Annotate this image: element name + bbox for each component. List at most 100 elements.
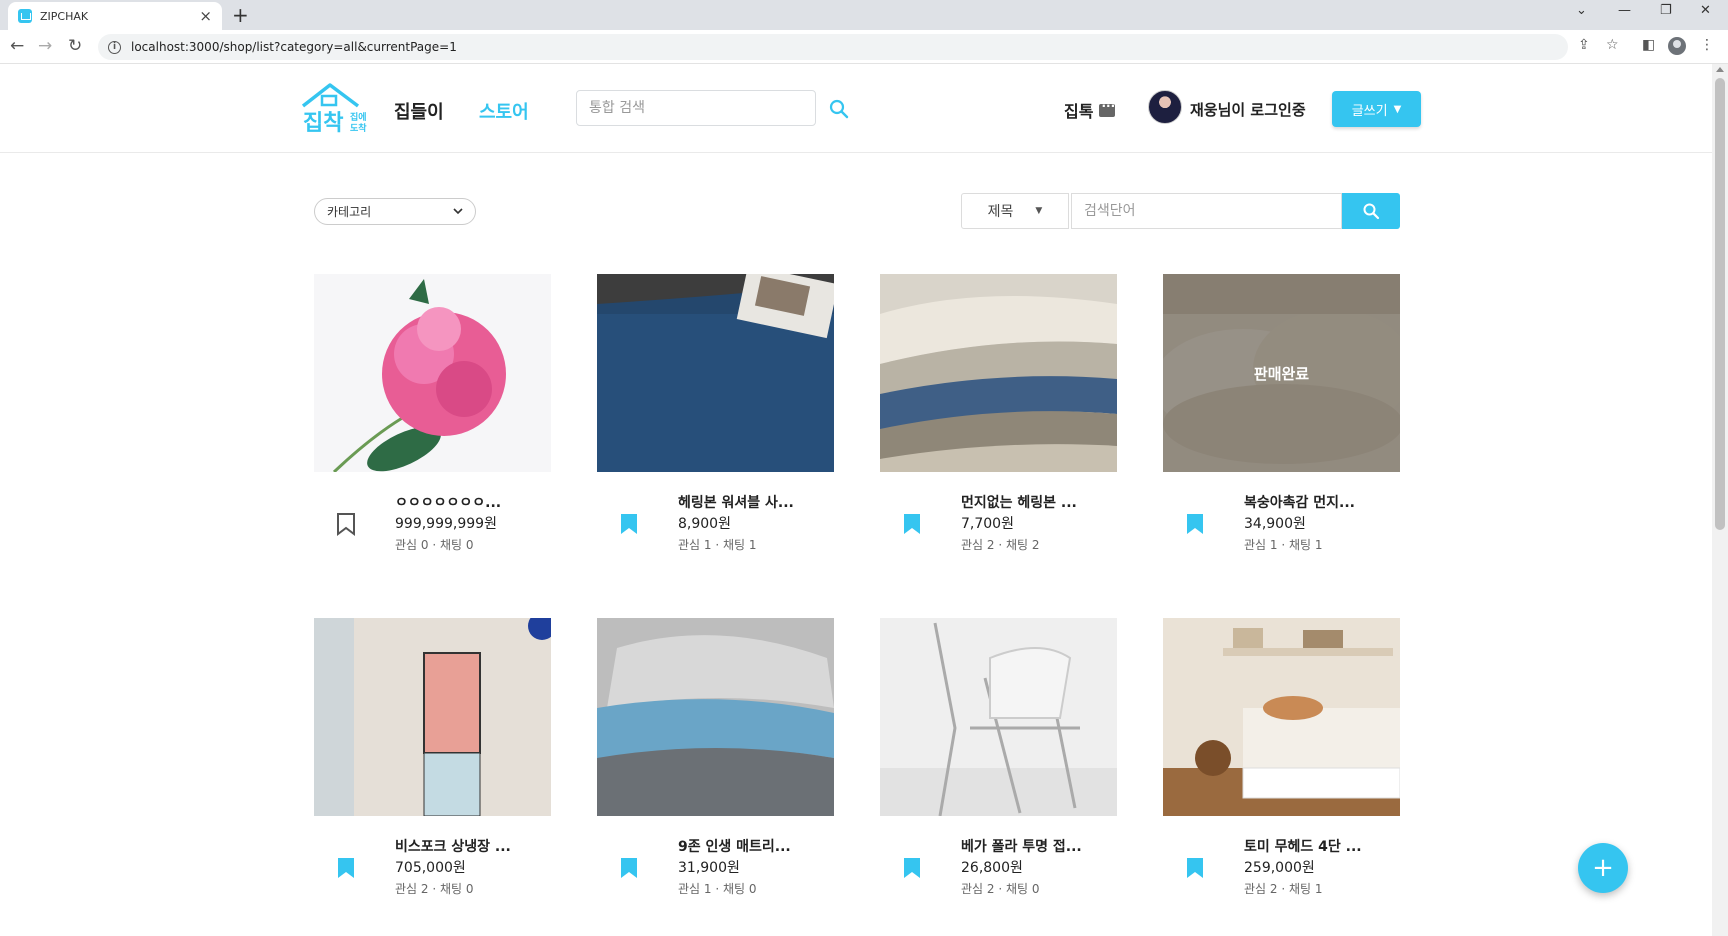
product-stats: 관심 1 · 채팅 1 <box>678 538 757 552</box>
product-title[interactable]: 베가 폴라 투명 접... <box>961 836 1082 856</box>
page-content: 집착 집에 도착 집들이 스토어 집톡 재웅님이 로그인중 글쓰기 ▼ 카테고리… <box>0 64 1712 936</box>
product-stats: 관심 1 · 채팅 1 <box>1244 538 1323 552</box>
product-card[interactable]: 9존 인생 매트리... 31,900원 관심 1 · 채팅 0 <box>597 618 834 903</box>
browser-tabstrip: ZIPCHAK × + ⌄ — ❐ ✕ <box>0 0 1728 30</box>
product-image[interactable] <box>597 618 834 816</box>
bookmark-icon[interactable] <box>902 856 922 880</box>
product-title[interactable]: 복숭아촉감 먼지... <box>1244 492 1355 512</box>
product-card[interactable]: 판매완료 복숭아촉감 먼지... 34,900원 관심 1 · 채팅 1 <box>1163 274 1400 559</box>
bookmark-icon[interactable] <box>619 512 639 536</box>
search-type-label: 제목 <box>987 204 1014 220</box>
bookmark-icon[interactable] <box>336 512 356 536</box>
global-search-input[interactable] <box>576 90 816 126</box>
product-price: 31,900원 <box>678 860 740 876</box>
reload-icon[interactable]: ↻ <box>68 36 82 56</box>
product-image[interactable] <box>880 274 1117 472</box>
product-title[interactable]: 헤링본 워셔블 사... <box>678 492 794 512</box>
product-stats: 관심 2 · 채팅 0 <box>395 882 474 896</box>
product-card[interactable]: ㅇㅇㅇㅇㅇㅇㅇ... 999,999,999원 관심 0 · 채팅 0 <box>314 274 551 559</box>
category-dropdown[interactable]: 카테고리 <box>314 198 476 225</box>
keyword-search-input[interactable] <box>1071 193 1342 229</box>
new-tab-icon[interactable]: + <box>232 3 249 27</box>
sidepanel-icon[interactable]: ◧ <box>1642 37 1655 53</box>
bookmark-icon[interactable] <box>1185 856 1205 880</box>
add-product-button[interactable]: + <box>1578 843 1628 893</box>
chat-label: 집톡 <box>1064 102 1094 121</box>
chat-bubble-icon <box>1099 99 1116 117</box>
product-card[interactable]: 먼지없는 헤링본 ... 7,700원 관심 2 · 채팅 2 <box>880 274 1117 559</box>
site-header: 집착 집에 도착 집들이 스토어 집톡 재웅님이 로그인중 글쓰기 ▼ <box>0 64 1712 153</box>
chevron-down-icon[interactable]: ⌄ <box>1576 3 1587 18</box>
close-icon[interactable]: × <box>199 8 212 24</box>
write-button[interactable]: 글쓰기 ▼ <box>1332 91 1421 127</box>
login-status[interactable]: 재웅님이 로그인중 <box>1190 99 1306 120</box>
page-scrollbar[interactable] <box>1712 64 1728 936</box>
nav-housewarming[interactable]: 집들이 <box>394 98 444 124</box>
product-stats: 관심 1 · 채팅 0 <box>678 882 757 896</box>
menu-kebab-icon[interactable]: ⋮ <box>1700 37 1714 53</box>
product-title[interactable]: 비스포크 상냉장 ... <box>395 836 511 856</box>
product-price: 26,800원 <box>961 860 1023 876</box>
star-icon[interactable]: ☆ <box>1606 37 1619 53</box>
product-image[interactable]: 판매완료 <box>1163 274 1400 472</box>
product-image[interactable] <box>880 618 1117 816</box>
product-price: 259,000원 <box>1244 860 1315 876</box>
zipchak-favicon-icon <box>18 9 32 23</box>
product-title[interactable]: 9존 인생 매트리... <box>678 836 791 856</box>
product-stats: 관심 0 · 채팅 0 <box>395 538 474 552</box>
restore-icon[interactable]: ❐ <box>1660 3 1672 18</box>
product-image[interactable] <box>1163 618 1400 816</box>
back-icon[interactable]: ← <box>10 36 24 56</box>
plus-icon: + <box>1592 853 1614 883</box>
sold-out-overlay: 판매완료 <box>1163 274 1400 472</box>
product-image[interactable] <box>314 618 551 816</box>
info-icon[interactable]: i <box>108 40 121 54</box>
chevron-down-icon <box>453 208 463 215</box>
zipchak-logo[interactable]: 집착 집에 도착 <box>300 82 368 136</box>
scroll-up-icon[interactable] <box>1716 67 1724 72</box>
chevron-down-icon: ▼ <box>1393 103 1402 115</box>
write-label: 글쓰기 <box>1351 103 1388 119</box>
svg-text:집에: 집에 <box>350 111 367 123</box>
profile-icon[interactable] <box>1668 37 1686 55</box>
avatar[interactable] <box>1148 90 1182 124</box>
keyword-search-button[interactable] <box>1342 193 1400 229</box>
product-price: 8,900원 <box>678 516 731 532</box>
tab-title: ZIPCHAK <box>40 9 89 23</box>
product-price: 999,999,999원 <box>395 516 497 532</box>
url-text: localhost:3000/shop/list?category=all&cu… <box>131 40 457 54</box>
product-title[interactable]: 먼지없는 헤링본 ... <box>961 492 1077 512</box>
product-price: 7,700원 <box>961 516 1014 532</box>
bookmark-icon[interactable] <box>336 856 356 880</box>
forward-icon[interactable]: → <box>38 36 52 56</box>
product-card[interactable]: 토미 무헤드 4단 ... 259,000원 관심 2 · 채팅 1 <box>1163 618 1400 903</box>
search-type-select[interactable]: 제목 ▼ <box>961 193 1069 229</box>
product-title[interactable]: 토미 무헤드 4단 ... <box>1244 836 1362 856</box>
search-icon <box>1363 203 1380 220</box>
product-title[interactable]: ㅇㅇㅇㅇㅇㅇㅇ... <box>395 492 501 512</box>
browser-tab[interactable]: ZIPCHAK × <box>8 2 222 30</box>
chat-link[interactable]: 집톡 <box>1064 98 1116 122</box>
share-icon[interactable]: ⇪ <box>1578 37 1590 53</box>
product-price: 34,900원 <box>1244 516 1306 532</box>
bookmark-icon[interactable] <box>1185 512 1205 536</box>
caret-down-icon: ▼ <box>1035 206 1043 216</box>
search-icon[interactable] <box>828 98 850 120</box>
product-stats: 관심 2 · 채팅 2 <box>961 538 1040 552</box>
scroll-thumb[interactable] <box>1715 78 1725 530</box>
svg-text:도착: 도착 <box>350 122 367 134</box>
product-image[interactable] <box>314 274 551 472</box>
minimize-icon[interactable]: — <box>1618 3 1631 18</box>
product-card[interactable]: 비스포크 상냉장 ... 705,000원 관심 2 · 채팅 0 <box>314 618 551 903</box>
window-close-icon[interactable]: ✕ <box>1700 3 1711 18</box>
bookmark-icon[interactable] <box>902 512 922 536</box>
product-image[interactable] <box>597 274 834 472</box>
product-card[interactable]: 헤링본 워셔블 사... 8,900원 관심 1 · 채팅 1 <box>597 274 834 559</box>
url-omnibox[interactable]: i localhost:3000/shop/list?category=all&… <box>98 34 1568 60</box>
bookmark-icon[interactable] <box>619 856 639 880</box>
category-label: 카테고리 <box>327 205 372 219</box>
product-stats: 관심 2 · 채팅 1 <box>1244 882 1323 896</box>
address-bar: ← → ↻ i localhost:3000/shop/list?categor… <box>0 30 1728 64</box>
nav-store[interactable]: 스토어 <box>479 98 529 124</box>
product-card[interactable]: 베가 폴라 투명 접... 26,800원 관심 2 · 채팅 0 <box>880 618 1117 903</box>
